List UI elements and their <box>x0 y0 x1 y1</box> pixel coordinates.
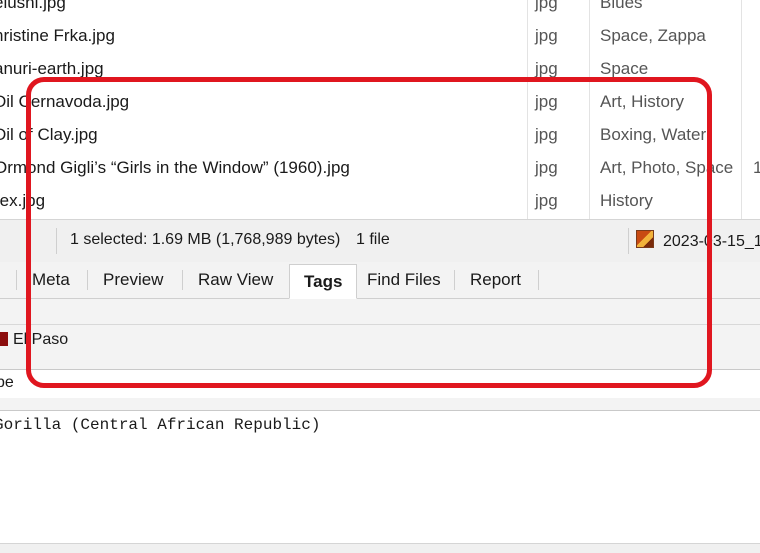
tab-separator <box>182 270 183 290</box>
file-ext: jpg <box>535 0 558 12</box>
tab-preview[interactable]: Preview <box>89 268 177 298</box>
file-row[interactable]: Dil of Clay.jpg jpg Boxing, Water <box>0 121 760 154</box>
file-tags: Art, History <box>600 92 685 111</box>
file-date: 2023-03-15_1 <box>663 233 760 250</box>
file-name: Dil of Clay.jpg <box>0 125 98 144</box>
tag-chip[interactable]: El Paso <box>0 331 68 349</box>
selection-info: 1 selected: 1.69 MB (1,768,989 bytes) <box>70 231 341 248</box>
tab-raw-view[interactable]: Raw View <box>184 268 287 298</box>
file-name: Dil Cernavoda.jpg <box>0 92 130 111</box>
file-row[interactable]: rex.jpg jpg History <box>0 187 760 219</box>
file-row[interactable]: Ormond Gigli’s “Girls in the Window” (19… <box>0 154 760 187</box>
file-row[interactable]: elushi.jpg jpg Blues <box>0 0 760 22</box>
file-row[interactable]: anuri-earth.jpg jpg Space <box>0 55 760 88</box>
file-ext: jpg <box>535 191 558 210</box>
file-ext: jpg <box>535 26 558 45</box>
file-list: elushi.jpg jpg Blues hristine Frka.jpg j… <box>0 0 760 219</box>
tab-tags[interactable]: Tags <box>289 264 358 299</box>
panel-divider <box>0 324 760 325</box>
panel-strip <box>0 398 760 411</box>
tag-text-area[interactable]: Gorilla (Central African Republic) <box>0 411 760 543</box>
file-ext: jpg <box>535 125 558 144</box>
tab-separator <box>538 270 539 290</box>
file-name: anuri-earth.jpg <box>0 59 104 78</box>
file-extra: 1 <box>753 158 760 177</box>
tab-separator <box>16 270 17 290</box>
tag-search-input[interactable]: pe <box>0 369 760 399</box>
tag-chip-label: El Paso <box>13 331 69 348</box>
file-name: elushi.jpg <box>0 0 66 12</box>
file-ext: jpg <box>535 59 558 78</box>
file-name: Ormond Gigli’s “Girls in the Window” (19… <box>0 158 350 177</box>
status-separator <box>628 228 629 254</box>
tag-color-swatch <box>0 332 8 346</box>
tab-bar: Meta Preview Raw View Tags Find Files Re… <box>0 262 760 299</box>
image-thumbnail-icon <box>636 230 654 248</box>
tab-meta[interactable]: Meta <box>18 268 84 298</box>
file-tags: Space, Zappa <box>600 26 706 45</box>
file-tags: Blues <box>600 0 643 12</box>
file-name: rex.jpg <box>0 191 46 210</box>
tag-text-content: Gorilla (Central African Republic) <box>0 416 321 434</box>
file-tags: History <box>600 191 653 210</box>
file-name: hristine Frka.jpg <box>0 26 115 45</box>
tag-panel: El Paso <box>0 299 760 369</box>
tab-find-files[interactable]: Find Files <box>353 268 455 298</box>
file-ext: jpg <box>535 92 558 111</box>
file-row[interactable]: Dil Cernavoda.jpg jpg Art, History <box>0 88 760 121</box>
file-row[interactable]: hristine Frka.jpg jpg Space, Zappa <box>0 22 760 55</box>
tab-separator <box>87 270 88 290</box>
status-date-field: 2023-03-15_1 <box>636 230 760 251</box>
status-bar: 1 selected: 1.69 MB (1,768,989 bytes) 1 … <box>0 219 760 263</box>
file-tags: Art, Photo, Space <box>600 158 734 177</box>
tag-search-value: pe <box>0 374 14 391</box>
status-separator <box>56 228 57 254</box>
file-tags: Space <box>600 59 649 78</box>
file-count: 1 file <box>356 231 390 248</box>
file-tags: Boxing, Water <box>600 125 707 144</box>
tab-report[interactable]: Report <box>456 268 535 298</box>
tab-separator <box>454 270 455 290</box>
file-ext: jpg <box>535 158 558 177</box>
